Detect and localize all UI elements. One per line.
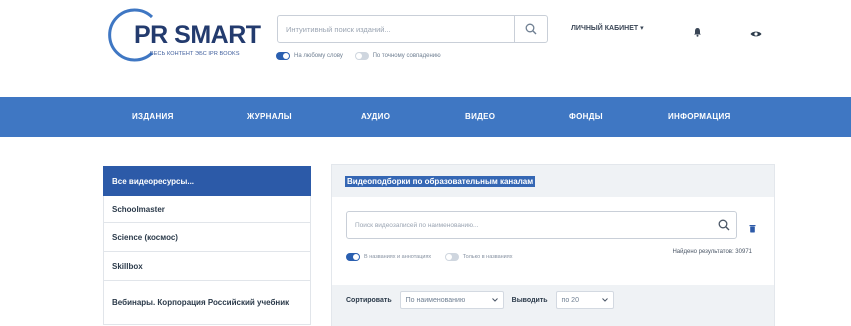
page-size-select[interactable]: по 20: [555, 291, 614, 309]
nav-item-info[interactable]: ИНФОРМАЦИЯ: [668, 97, 731, 137]
video-search-input[interactable]: [347, 212, 697, 238]
exact-match-toggle[interactable]: [354, 52, 369, 60]
sidebar-item-skillbox[interactable]: Skillbox: [103, 252, 311, 281]
main-nav: ИЗДАНИЯ ЖУРНАЛЫ АУДИО ВИДЕО ФОНДЫ ИНФОРМ…: [0, 97, 851, 137]
top-search-options: На любому слову По точному совпадению: [276, 52, 451, 62]
sort-select-value: По наименованию: [405, 296, 466, 304]
exact-match-option[interactable]: По точному совпадению: [354, 52, 441, 60]
titles-only-toggle[interactable]: [444, 253, 459, 261]
video-search-area: В названиях и аннотациях Только в назван…: [332, 197, 774, 285]
exact-match-label: По точному совпадению: [372, 53, 441, 59]
titles-only-label: Только в названиях: [462, 254, 513, 260]
titles-annotations-label: В названиях и аннотациях: [364, 254, 432, 260]
nav-item-video[interactable]: ВИДЕО: [465, 97, 495, 137]
trash-icon: [749, 225, 756, 233]
page-size-value: по 20: [561, 296, 579, 304]
sort-label: Сортировать: [346, 296, 392, 304]
show-label: Выводить: [511, 296, 548, 304]
sidebar-item-science[interactable]: Science (космос): [103, 223, 311, 252]
nav-item-audio[interactable]: АУДИО: [361, 97, 390, 137]
accessibility-button[interactable]: [750, 25, 762, 43]
titles-annotations-option[interactable]: В названиях и аннотациях: [346, 253, 431, 261]
sidebar-item-webinars[interactable]: Вебинары. Корпорация Российский учебник: [103, 281, 311, 325]
bell-icon: [694, 28, 701, 37]
any-word-option[interactable]: На любому слову: [276, 52, 343, 60]
cabinet-menu[interactable]: ЛИЧНЫЙ КАБИНЕТ ▾: [571, 24, 644, 32]
notifications-button[interactable]: [693, 24, 702, 42]
cabinet-label: ЛИЧНЫЙ КАБИНЕТ: [571, 25, 639, 32]
eye-icon: [750, 31, 762, 37]
top-search: [277, 15, 548, 43]
sidebar-item-schoolmaster[interactable]: Schoolmaster: [103, 196, 311, 223]
chevron-down-icon: [491, 298, 498, 302]
clear-search-button[interactable]: [749, 220, 756, 238]
nav-item-editions[interactable]: ИЗДАНИЯ: [132, 97, 174, 137]
search-icon: [718, 219, 730, 231]
sidebar-item-all-videos[interactable]: Все видеоресурсы...: [103, 166, 311, 196]
sidebar: Все видеоресурсы... Schoolmaster Science…: [103, 166, 311, 325]
top-search-button[interactable]: [514, 16, 547, 42]
video-panel: Видеоподборки по образовательным каналам…: [331, 164, 775, 326]
video-search: [346, 211, 737, 239]
nav-item-journals[interactable]: ЖУРНАЛЫ: [247, 97, 292, 137]
chevron-down-icon: [601, 298, 608, 302]
sort-controls: Сортировать По наименованию Выводить по …: [346, 291, 614, 309]
logo-subtitle: ВЕСЬ КОНТЕНТ ЭБС IPR BOOKS: [150, 51, 240, 57]
any-word-label: На любому слову: [294, 53, 343, 59]
sort-select[interactable]: По наименованию: [399, 291, 504, 309]
any-word-toggle[interactable]: [276, 52, 290, 60]
video-search-button[interactable]: [718, 218, 730, 236]
chevron-down-icon: ▾: [640, 25, 644, 32]
logo[interactable]: PR SMART ВЕСЬ КОНТЕНТ ЭБС IPR BOOKS: [100, 8, 262, 62]
results-count: Найдено результатов: 30971: [672, 249, 752, 255]
titles-only-option[interactable]: Только в названиях: [444, 253, 513, 261]
nav-item-funds[interactable]: ФОНДЫ: [569, 97, 603, 137]
titles-annotations-toggle[interactable]: [346, 253, 360, 261]
top-search-input[interactable]: [278, 16, 508, 42]
video-search-options: В названиях и аннотациях Только в назван…: [346, 253, 524, 263]
page-title: Видеоподборки по образовательным каналам: [345, 176, 536, 187]
search-icon: [525, 23, 537, 35]
logo-title: PR SMART: [134, 21, 261, 49]
